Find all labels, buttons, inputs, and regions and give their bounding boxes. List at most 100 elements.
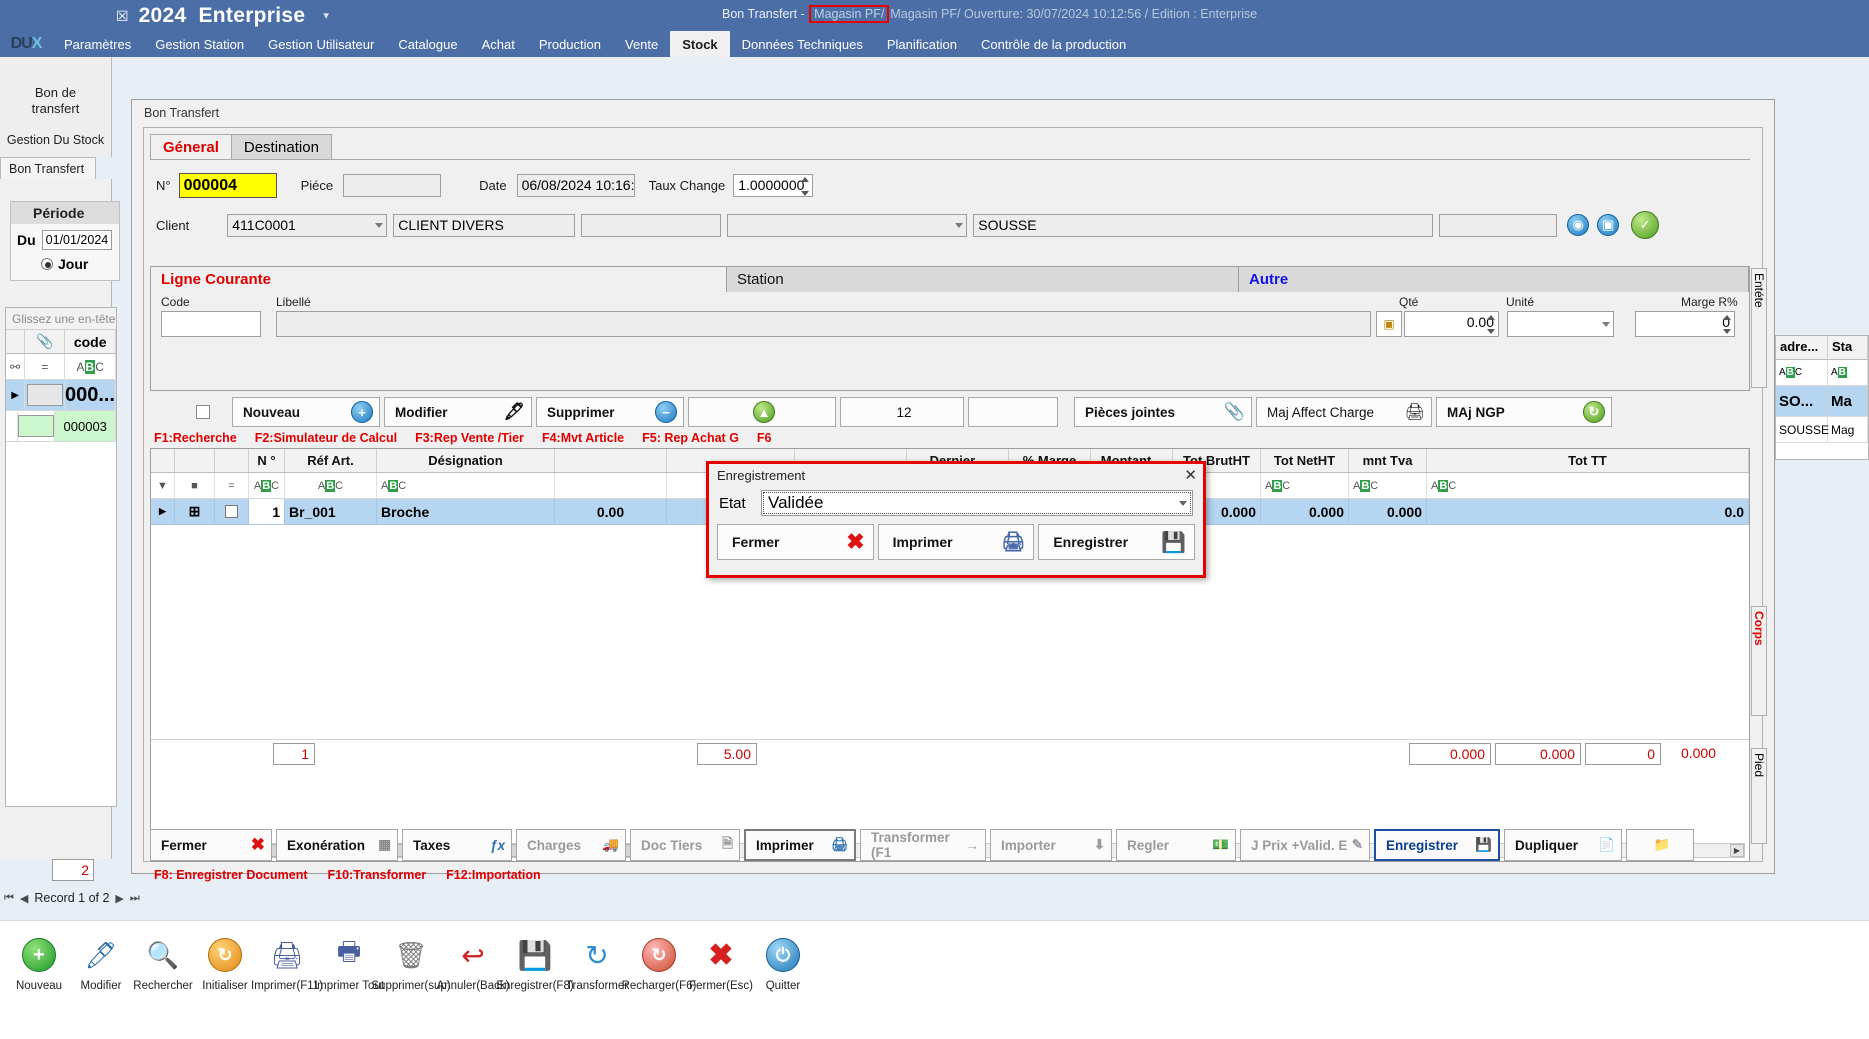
table-row[interactable]: SOUSSE Mag (1776, 417, 1868, 443)
menu-item-planification[interactable]: Planification (875, 33, 969, 56)
client-city-field[interactable]: SOUSSE (973, 213, 1434, 237)
record-navigator[interactable]: ⏮ ◀ Record 1 of 2 ▶ ⏭ (0, 887, 170, 909)
menu-item-donnees-techniques[interactable]: Données Techniques (730, 33, 875, 56)
spinner-icon[interactable] (801, 176, 810, 196)
menu-item-production[interactable]: Production (527, 33, 613, 56)
maj-ngp-button[interactable]: MAj NGP ↻ (1436, 397, 1612, 427)
qte-input[interactable]: 0.00 (1404, 311, 1499, 337)
pieces-jointes-button[interactable]: Pièces jointes 📎 (1074, 397, 1252, 427)
table-row[interactable]: ▶ 000... (6, 380, 116, 411)
filter-abc-icon[interactable]: ABC (1776, 360, 1828, 385)
taux-change-field[interactable]: 1.0000000 (733, 173, 814, 197)
toolbar-enregistrer[interactable]: 💾 Enregistrer(F8) (496, 935, 573, 993)
extra-button[interactable] (968, 397, 1058, 427)
next-record-icon[interactable]: ▶ (115, 892, 123, 905)
row-attachment-button[interactable] (25, 380, 65, 410)
filter-abc-icon[interactable]: AB (1828, 360, 1868, 385)
toolbar-recharger[interactable]: ↻ Recharger(F6) (622, 935, 696, 992)
menu-item-vente[interactable]: Vente (613, 33, 670, 56)
toolbar-rechercher[interactable]: 🔍 Rechercher (132, 935, 194, 993)
toolbar-transformer[interactable]: ↻ Transformer (566, 935, 628, 993)
filter-blank[interactable] (555, 473, 667, 498)
tab-autre[interactable]: Autre (1239, 267, 1749, 292)
toolbar-supprimer[interactable]: 🗑 Supprimer(sup) (371, 935, 450, 993)
layers-icon[interactable]: ▣ (1597, 214, 1620, 236)
client-code-combo[interactable]: 411C0001 (227, 213, 388, 237)
vtab-pied[interactable]: Pied (1751, 748, 1767, 844)
globe-icon[interactable]: ◉ (1567, 214, 1590, 236)
date-field[interactable]: 06/08/2024 10:16:0 (516, 173, 635, 197)
menu-item-achat[interactable]: Achat (470, 33, 527, 56)
grid-col-ref-art[interactable]: Réf Art. (285, 449, 377, 472)
regler-button[interactable]: Regler 💵 (1116, 829, 1236, 861)
enregistrer-button[interactable]: Enregistrer 💾 (1374, 829, 1500, 861)
marge-input[interactable]: 0 (1635, 311, 1735, 337)
etat-combo[interactable]: Validée (761, 490, 1193, 516)
filter-operator-equals[interactable]: = (25, 354, 66, 379)
charges-button[interactable]: Charges 🚚 (516, 829, 626, 861)
grid-col-designation[interactable]: Désignation (377, 449, 555, 472)
code-input[interactable] (161, 311, 261, 337)
fermer-button[interactable]: Fermer ✖ (150, 829, 272, 861)
dialog-enregistrer-button[interactable]: Enregistrer 💾 (1038, 524, 1196, 560)
taxes-button[interactable]: Taxes ƒx (402, 829, 512, 861)
left-tab-bon-transfert[interactable]: Bon Transfert (0, 157, 96, 179)
first-record-icon[interactable]: ⏮ (4, 892, 14, 905)
periode-du-input[interactable] (41, 230, 112, 250)
row-attachment-button[interactable] (18, 411, 56, 441)
left-grid-col-code[interactable]: code (65, 330, 116, 353)
chevron-down-icon[interactable]: ▾ (323, 9, 329, 22)
grid-col-tot-ttc[interactable]: Tot TT (1427, 449, 1749, 472)
last-record-icon[interactable]: ⏭ (130, 892, 140, 905)
maj-affect-charge-button[interactable]: Maj Affect Charge 🖨 (1256, 397, 1432, 427)
spinner-icon[interactable] (1723, 315, 1732, 334)
client-extra-field[interactable] (581, 213, 722, 237)
doc-tiers-button[interactable]: Doc Tiers 🗎 (630, 829, 740, 861)
row-checkbox[interactable] (215, 499, 249, 524)
menu-item-gestion-station[interactable]: Gestion Station (143, 33, 256, 56)
menu-item-parametres[interactable]: Paramètres (52, 33, 143, 56)
up-action-button[interactable]: ▲ (688, 397, 836, 427)
clip-icon[interactable]: 📎 (25, 330, 66, 353)
toolbar-modifier[interactable]: 🖊 Modifier (70, 935, 132, 993)
grid-col-num[interactable]: N ° (249, 449, 285, 472)
grid-col-tot-netht[interactable]: Tot NetHT (1261, 449, 1349, 472)
line-count-field[interactable]: 12 (840, 397, 964, 427)
chevron-down-icon[interactable] (1602, 322, 1610, 327)
toolbar-nouveau[interactable]: + Nouveau (8, 935, 70, 992)
imprimer-button[interactable]: Imprimer 🖨 (744, 829, 856, 861)
modifier-button[interactable]: Modifier 🖋 (384, 397, 532, 427)
filter-abc-icon[interactable]: ABC (1349, 473, 1427, 498)
exoneration-button[interactable]: Exonération ▦ (276, 829, 398, 861)
num-field[interactable]: 000004 (178, 172, 277, 198)
nouveau-button[interactable]: Nouveau + (232, 397, 380, 427)
filter-abc-icon[interactable]: ABC (65, 354, 116, 379)
client-last-field[interactable] (1439, 213, 1558, 237)
menu-item-gestion-utilisateur[interactable]: Gestion Utilisateur (256, 33, 386, 56)
menu-item-controle-production[interactable]: Contrôle de la production (969, 33, 1138, 56)
row-expand-icon[interactable]: ⊞ (175, 499, 215, 524)
qte-picker-icon[interactable]: ▣ (1376, 311, 1402, 337)
prev-record-icon[interactable]: ◀ (20, 892, 28, 905)
filter-abc-icon[interactable]: ABC (285, 473, 377, 498)
box-icon[interactable]: ■ (175, 473, 215, 498)
dialog-fermer-button[interactable]: Fermer ✖ (717, 524, 874, 560)
tab-destination[interactable]: Destination (230, 134, 332, 160)
importer-button[interactable]: Importer ⬇ (990, 829, 1112, 861)
supprimer-button[interactable]: Supprimer − (536, 397, 684, 427)
filter-abc-icon[interactable]: ABC (1427, 473, 1749, 498)
folder-button[interactable]: 📁 (1626, 829, 1694, 861)
unite-combo[interactable] (1507, 311, 1614, 337)
right-grid-col-station[interactable]: Sta (1828, 336, 1868, 359)
dialog-imprimer-button[interactable]: Imprimer 🖨 (877, 524, 1035, 560)
table-row[interactable]: SO... Ma (1776, 386, 1868, 417)
dupliquer-button[interactable]: Dupliquer 📄 (1504, 829, 1622, 861)
toolbar-imprimer-f11[interactable]: 🖨 Imprimer(F11) (251, 935, 323, 993)
table-row[interactable]: 000003 (6, 411, 116, 442)
chevron-down-icon[interactable] (955, 222, 964, 228)
periode-jour-radio[interactable]: Jour (11, 250, 119, 272)
vtab-corps[interactable]: Corps (1751, 606, 1767, 716)
chevron-down-icon[interactable] (375, 222, 384, 228)
toolbar-initialiser[interactable]: ↻ Initialiser (194, 935, 256, 992)
right-grid-col-adresse[interactable]: adre... (1776, 336, 1828, 359)
